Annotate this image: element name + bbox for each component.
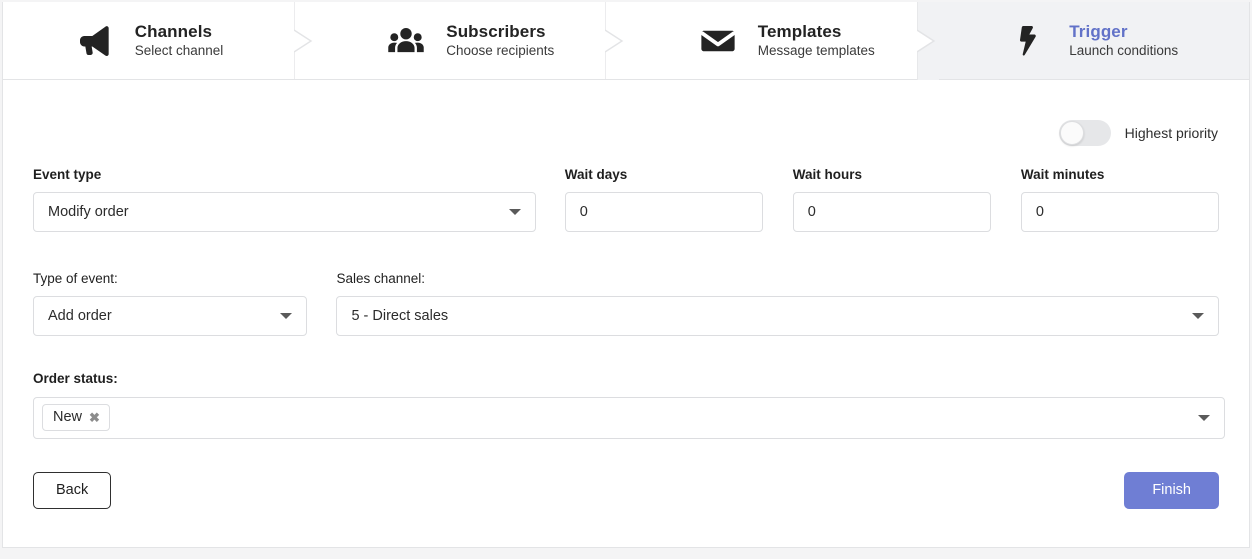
sales-channel-value: 5 - Direct sales (351, 308, 449, 325)
wait-minutes-input[interactable]: 0 (1020, 192, 1220, 233)
form-actions: Back Finish (33, 471, 1219, 509)
field-type-of-event: Type of event: Add order (33, 271, 307, 337)
step-templates[interactable]: Templates Message templates (626, 2, 939, 80)
order-status-label: Order status: (33, 371, 118, 387)
step-trigger-subtitle: Launch conditions (1069, 43, 1179, 59)
step-templates-text: Templates Message templates (758, 22, 878, 60)
chevron-down-icon (1198, 414, 1210, 421)
step-separator-chevron-icon (292, 2, 316, 80)
field-wait-hours: Wait hours 0 (792, 167, 991, 233)
event-type-value: Modify order (48, 204, 129, 221)
step-channels-subtitle: Select channel (134, 43, 224, 59)
wait-hours-value: 0 (807, 204, 816, 221)
people-icon (384, 19, 428, 63)
type-of-event-select[interactable]: Add order (33, 296, 307, 337)
step-subscribers-text: Subscribers Choose recipients (446, 22, 566, 60)
megaphone-icon (73, 19, 117, 63)
page-root: Channels Select channel Subscribers Choo… (0, 0, 1252, 559)
step-separator-chevron-icon (915, 2, 939, 80)
chevron-down-icon (279, 313, 292, 320)
field-wait-minutes: Wait minutes 0 (1020, 167, 1220, 233)
wait-minutes-value: 0 (1035, 204, 1044, 221)
highest-priority-toggle[interactable] (1058, 120, 1111, 146)
type-of-event-label: Type of event: (33, 271, 118, 287)
wait-minutes-label: Wait minutes (1020, 167, 1105, 182)
wizard-stepper: Channels Select channel Subscribers Choo… (3, 2, 1249, 80)
highest-priority-row: Highest priority (33, 80, 1219, 146)
back-button[interactable]: Back (33, 471, 112, 509)
wizard-card: Channels Select channel Subscribers Choo… (2, 2, 1250, 548)
trigger-form: Highest priority Event type Modify order… (3, 80, 1249, 509)
step-templates-subtitle: Message templates (757, 43, 875, 59)
wait-days-input[interactable]: 0 (564, 192, 763, 233)
highest-priority-label: Highest priority (1124, 125, 1218, 141)
sales-channel-label: Sales channel: (336, 271, 426, 287)
order-status-multiselect[interactable]: New ✖ (33, 396, 1225, 439)
wait-days-value: 0 (579, 204, 588, 221)
wait-hours-label: Wait hours (792, 167, 863, 182)
step-trigger-title: Trigger (1069, 21, 1128, 41)
order-status-chip[interactable]: New ✖ (42, 403, 110, 432)
wait-hours-input[interactable]: 0 (792, 192, 991, 233)
field-event-type: Event type Modify order (33, 167, 536, 233)
step-channels[interactable]: Channels Select channel (3, 2, 316, 80)
step-channels-text: Channels Select channel (135, 22, 255, 60)
field-order-status: Order status: New ✖ (33, 371, 1225, 439)
event-type-label: Event type (33, 167, 102, 182)
envelope-icon (696, 19, 740, 63)
form-row-2: Type of event: Add order Sales channel: … (33, 271, 1219, 337)
close-icon[interactable]: ✖ (89, 411, 100, 424)
step-trigger[interactable]: Trigger Launch conditions (937, 2, 1249, 79)
order-status-chip-label: New (53, 408, 83, 425)
step-trigger-text: Trigger Launch conditions (1069, 22, 1189, 60)
step-subscribers-title: Subscribers (446, 21, 546, 41)
chevron-down-icon (508, 209, 521, 216)
field-sales-channel: Sales channel: 5 - Direct sales (336, 271, 1219, 337)
toggle-knob (1059, 121, 1084, 145)
bolt-icon (1007, 19, 1051, 63)
step-separator-chevron-icon (604, 2, 627, 80)
sales-channel-select[interactable]: 5 - Direct sales (336, 296, 1219, 337)
step-channels-title: Channels (134, 21, 213, 41)
order-status-chips: New ✖ (42, 403, 1190, 432)
step-templates-title: Templates (757, 21, 842, 41)
chevron-down-icon (1191, 313, 1204, 320)
finish-button[interactable]: Finish (1124, 471, 1219, 509)
form-row-1: Event type Modify order Wait days 0 Wait (33, 167, 1220, 233)
type-of-event-value: Add order (48, 308, 112, 325)
step-subscribers-subtitle: Choose recipients (446, 43, 555, 59)
step-subscribers[interactable]: Subscribers Choose recipients (314, 2, 627, 80)
form-row-3: Order status: New ✖ (33, 371, 1225, 439)
wait-days-label: Wait days (564, 167, 628, 182)
field-wait-days: Wait days 0 (564, 167, 763, 233)
event-type-select[interactable]: Modify order (33, 192, 536, 233)
